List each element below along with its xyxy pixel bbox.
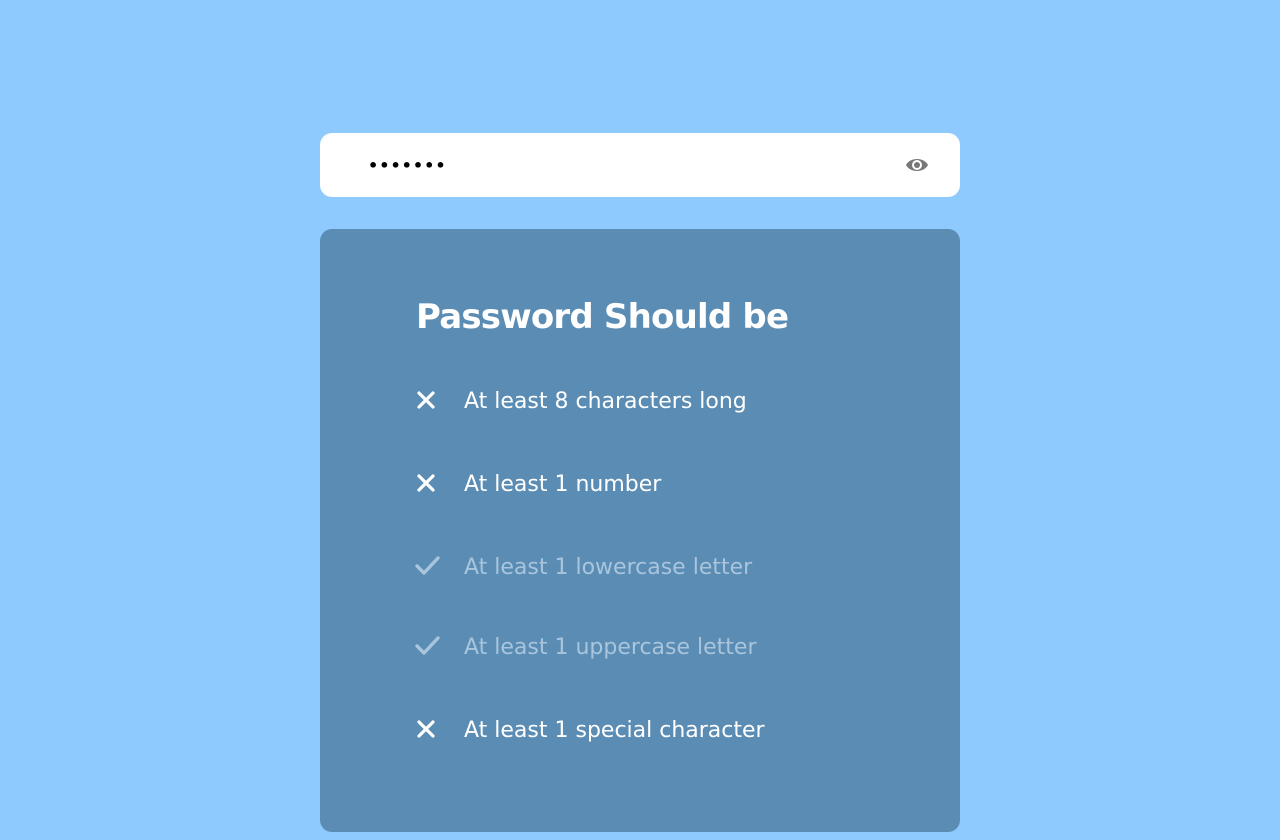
x-icon: [414, 717, 442, 745]
requirement-label: At least 1 number: [464, 472, 662, 497]
requirement-min-length: At least 8 characters long: [414, 386, 934, 418]
x-icon: [414, 388, 442, 416]
requirement-special-char: At least 1 special character: [414, 715, 934, 747]
page: Password Should be At least 8 characters…: [0, 0, 1280, 840]
requirement-lowercase: At least 1 lowercase letter: [414, 552, 934, 584]
requirement-uppercase: At least 1 uppercase letter: [414, 632, 934, 664]
check-icon: [414, 554, 442, 582]
password-input[interactable]: [368, 133, 888, 197]
requirement-label: At least 1 special character: [464, 718, 765, 743]
password-requirements-panel: Password Should be At least 8 characters…: [320, 229, 960, 832]
requirement-label: At least 1 lowercase letter: [464, 555, 753, 580]
password-field-container: [320, 133, 960, 197]
x-icon: [414, 471, 442, 499]
requirement-label: At least 8 characters long: [464, 389, 747, 414]
requirements-title: Password Should be: [416, 297, 789, 337]
check-icon: [414, 634, 442, 662]
requirement-number: At least 1 number: [414, 469, 934, 501]
requirement-label: At least 1 uppercase letter: [464, 635, 757, 660]
eye-icon[interactable]: [905, 154, 929, 176]
